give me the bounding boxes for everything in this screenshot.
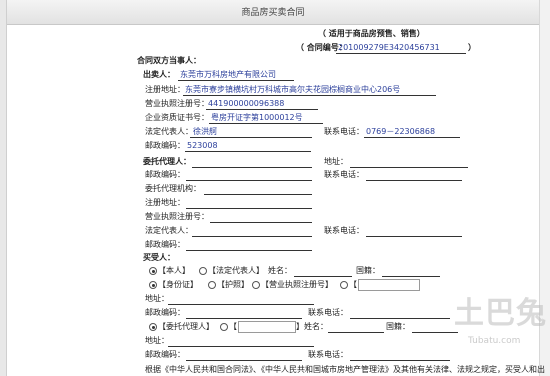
agent-agency-label: 委托代理机构：	[145, 184, 201, 193]
contract-no: 201009279E3420456731	[338, 43, 440, 52]
seller-zip-label: 邮政编码：	[145, 141, 185, 150]
seller-address-label: 注册地址：	[145, 85, 185, 94]
agent-reg-address-underline	[186, 208, 312, 209]
agent-label: 委托代理人：	[143, 157, 191, 166]
radio-legal-rep[interactable]	[199, 267, 207, 275]
agent-zip-label: 邮政编码：	[145, 170, 185, 179]
radio-agent[interactable]	[149, 323, 157, 331]
radio-self[interactable]	[149, 267, 157, 275]
seller-zip: 523008	[187, 141, 218, 150]
seller-address: 东莞市寮步镇横坑村万科城市高尔夫花园棕榈商业中心206号	[185, 85, 401, 94]
watermark-logo: 土巴兔	[454, 296, 547, 331]
buyer-nationality-label: 国籍：	[356, 266, 380, 275]
agent-address-label: 地址：	[324, 157, 348, 166]
seller-rep-underline	[190, 137, 312, 138]
seller-license-underline	[206, 109, 318, 110]
buyer-phone2-underline[interactable]	[350, 360, 450, 361]
contract-no-underline	[336, 53, 466, 54]
buyer-label: 买受人：	[143, 253, 175, 262]
window-left-edge	[0, 0, 7, 376]
seller-phone: 0769－22306868	[366, 127, 436, 136]
buyer-name2-underline[interactable]	[328, 332, 384, 333]
seller-license: 441900000096388	[208, 99, 285, 108]
radio-business-license[interactable]	[252, 281, 260, 289]
seller-phone-underline	[364, 137, 460, 138]
radio-legal-rep-label: 【法定代表人】	[208, 266, 264, 275]
agent-reg-address-label: 注册地址：	[145, 198, 185, 207]
agent-license-underline	[210, 222, 312, 223]
agent-phone2-underline	[366, 236, 462, 237]
agent-phone-underline	[366, 180, 462, 181]
buyer-name-label: 姓名：	[268, 266, 292, 275]
radio-id-card-label: 【身份证】	[158, 280, 198, 289]
agent-zip-underline	[186, 180, 312, 181]
buyer-address2-underline[interactable]	[168, 346, 314, 347]
radio-agent-other[interactable]	[220, 323, 228, 331]
seller-rep: 徐洪舸	[193, 127, 217, 136]
radio-agent-other-label: 【	[229, 322, 237, 331]
agent-phone-label: 联系电话：	[324, 170, 364, 179]
agent-zip2-underline	[186, 250, 312, 251]
radio-other-id[interactable]	[340, 281, 348, 289]
buyer-name2-label: 】姓名：	[296, 322, 328, 331]
buyer-zip2-underline[interactable]	[186, 360, 302, 361]
buyer-nationality-underline[interactable]	[382, 276, 440, 277]
seller-license-label: 营业执照注册号：	[145, 99, 209, 108]
buyer-phone-label: 联系电话：	[308, 308, 348, 317]
title-bar: 商品房买卖合同	[7, 0, 539, 25]
agent-zip2-label: 邮政编码：	[145, 240, 185, 249]
contract-no-close: ）	[468, 43, 476, 52]
radio-other-id-label: 【	[349, 280, 357, 289]
seller-qual: 粤房开证字第1000012号	[211, 113, 303, 122]
footer-text: 根据《中华人民共和国合同法》、《中华人民共和国城市房地产管理法》及其他有关法律、…	[145, 365, 545, 374]
agent-phone2-label: 联系电话：	[324, 226, 364, 235]
watermark-sub: Tubatu.com	[468, 336, 521, 346]
seller-zip-underline	[185, 151, 311, 152]
buyer-address2-label: 地址：	[145, 336, 169, 345]
seller-address-underline	[183, 95, 436, 96]
agent-rep-underline	[192, 236, 312, 237]
buyer-zip-underline[interactable]	[186, 318, 302, 319]
seller-label: 出卖人：	[143, 70, 175, 79]
buyer-phone2-label: 联系电话：	[308, 350, 348, 359]
buyer-phone-underline[interactable]	[350, 318, 450, 319]
radio-business-license-label: 【营业执照注册号】	[261, 280, 333, 289]
radio-passport-label: 【护照】	[217, 280, 249, 289]
seller-qual-underline	[209, 123, 323, 124]
agent-type-input[interactable]	[238, 321, 296, 333]
radio-self-label: 【本人】	[158, 266, 190, 275]
seller-name-underline	[178, 80, 294, 81]
agent-rep-label: 法定代表人：	[145, 226, 193, 235]
seller-phone-label: 联系电话：	[324, 127, 364, 136]
buyer-name-underline[interactable]	[294, 276, 352, 277]
buyer-nationality2-label: 国籍：	[386, 322, 410, 331]
radio-id-card[interactable]	[149, 281, 157, 289]
buyer-address-label: 地址：	[145, 294, 169, 303]
buyer-nationality2-underline[interactable]	[412, 332, 458, 333]
radio-agent-label: 【委托代理人】	[158, 322, 214, 331]
seller-qual-label: 企业资质证书号：	[145, 113, 209, 122]
other-id-input[interactable]	[358, 279, 420, 291]
buyer-zip-label: 邮政编码：	[145, 308, 185, 317]
buyer-zip2-label: 邮政编码：	[145, 350, 185, 359]
contract-subtitle: （ 适用于商品房预售、销售）	[318, 29, 425, 38]
parties-heading: 合同双方当事人：	[137, 56, 201, 65]
seller-rep-label: 法定代表人：	[145, 127, 193, 136]
agent-name-underline	[192, 167, 312, 168]
agent-agency-underline	[204, 194, 312, 195]
buyer-address-underline[interactable]	[168, 304, 314, 305]
agent-license-label: 营业执照注册号：	[145, 212, 209, 221]
agent-address-underline	[350, 167, 468, 168]
radio-passport[interactable]	[208, 281, 216, 289]
window-title: 商品房买卖合同	[241, 8, 305, 18]
seller-name: 东莞市万科房地产有限公司	[180, 70, 276, 79]
